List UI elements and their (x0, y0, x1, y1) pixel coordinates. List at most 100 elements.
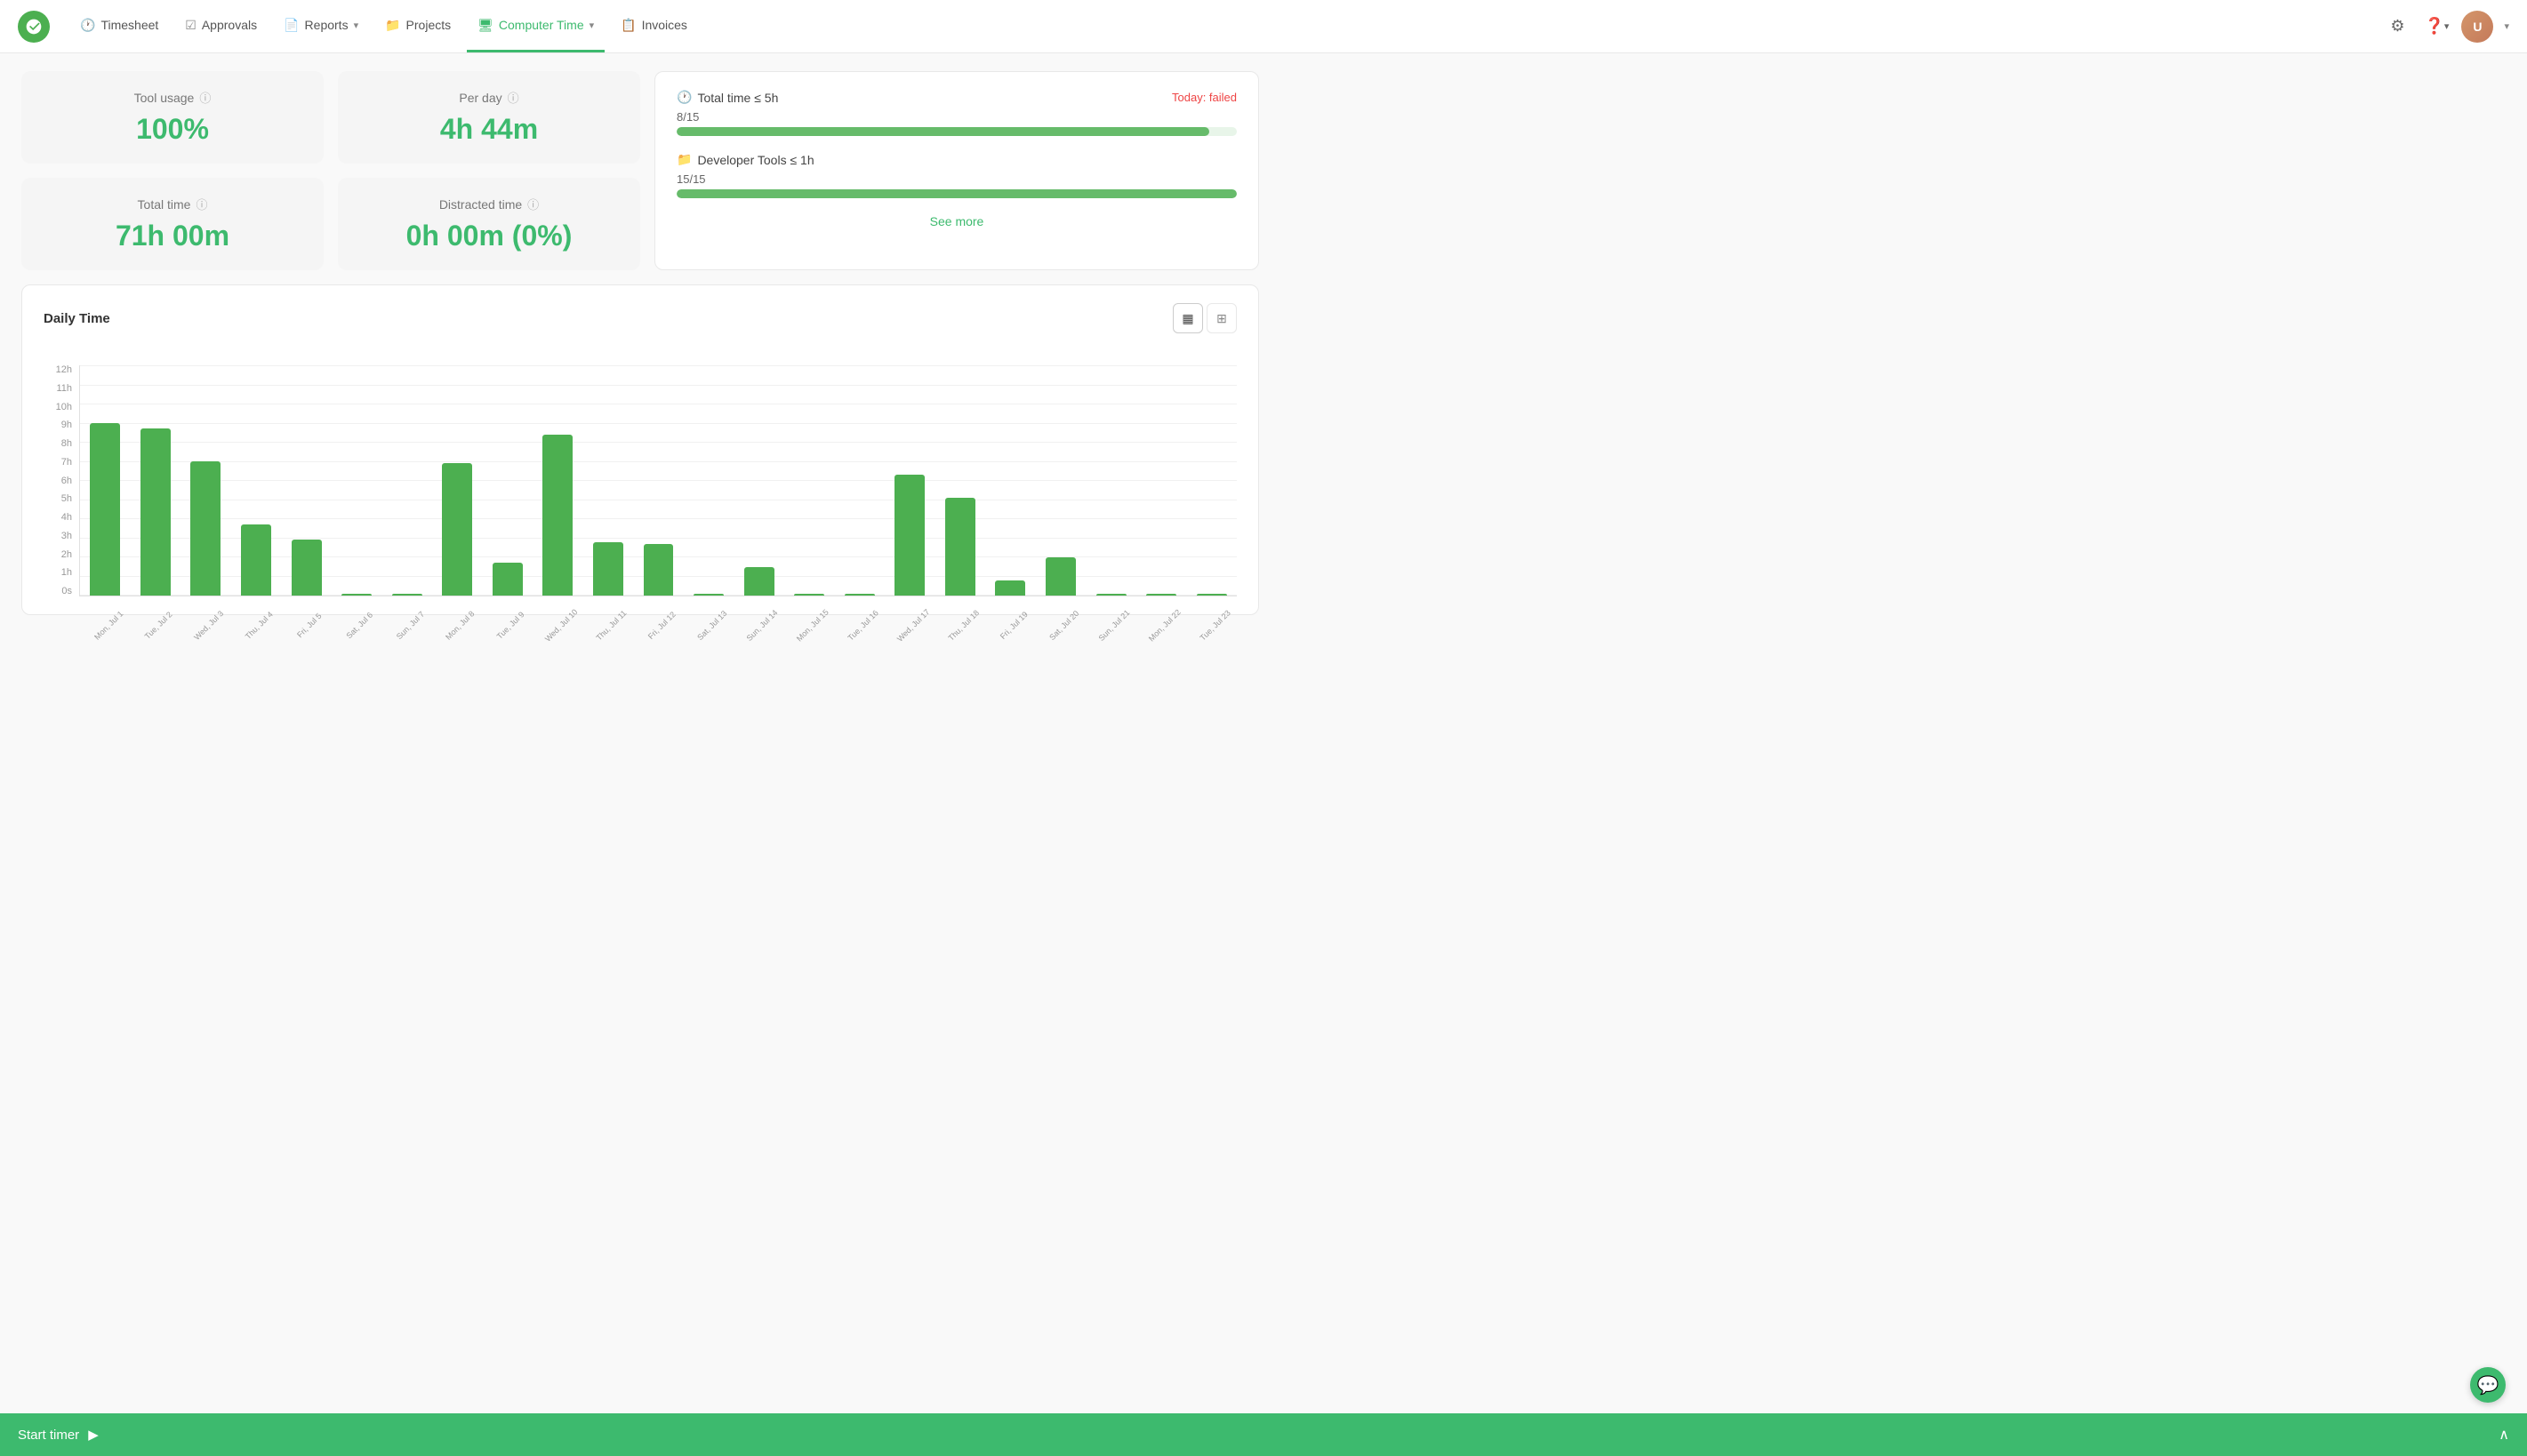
bar-group[interactable]: Sat, Jul 6 (332, 365, 382, 596)
y-axis-label: 11h (44, 384, 72, 394)
timer-bar[interactable]: Start timer ▶ ∧ (0, 1413, 2527, 1456)
invoices-icon: 📋 (621, 18, 636, 33)
bar (794, 594, 824, 596)
bar-group[interactable]: Tue, Jul 16 (834, 365, 885, 596)
bar (90, 423, 120, 596)
bar-chart: 0s1h2h3h4h5h6h7h8h9h10h11h12h Mon, Jul 1… (44, 348, 1237, 596)
chat-bubble[interactable]: 💬 (2470, 1367, 2506, 1403)
bar-group[interactable]: Wed, Jul 10 (533, 365, 583, 596)
start-timer-label: Start timer (18, 1428, 79, 1443)
bar (1197, 594, 1227, 596)
y-axis-label: 4h (44, 513, 72, 523)
bar-group[interactable]: Mon, Jul 1 (80, 365, 131, 596)
bar-group[interactable]: Thu, Jul 18 (935, 365, 986, 596)
tool-usage-info-icon[interactable]: ⓘ (199, 89, 211, 106)
per-day-info-icon[interactable]: ⓘ (508, 89, 519, 106)
goal-header-developer-tools: 📁 Developer Tools ≤ 1h (677, 152, 1237, 167)
nav-projects-label: Projects (406, 18, 452, 32)
bar-group[interactable]: Wed, Jul 17 (885, 365, 935, 596)
bar-group[interactable]: Sun, Jul 7 (381, 365, 432, 596)
goal-item-developer-tools: 📁 Developer Tools ≤ 1h 15/15 (677, 152, 1237, 198)
bar-group[interactable]: Fri, Jul 12 (633, 365, 684, 596)
per-day-card: Per day ⓘ 4h 44m (338, 71, 640, 164)
timesheet-icon: 🕐 (80, 18, 95, 33)
computer-time-icon: 🖥 (477, 18, 493, 33)
bar-label: Mon, Jul 8 (445, 609, 477, 641)
nav-computer-time[interactable]: 🖥 Computer Time ▾ (467, 0, 605, 52)
bar-label: Fri, Jul 5 (295, 612, 323, 639)
chart-grid-view-button[interactable]: ⊞ (1207, 303, 1237, 333)
bar-group[interactable]: Tue, Jul 9 (483, 365, 533, 596)
bar (341, 594, 372, 596)
bar-group[interactable]: Fri, Jul 5 (281, 365, 332, 596)
user-avatar[interactable]: U (2461, 11, 2493, 43)
bar-group[interactable]: Fri, Jul 19 (985, 365, 1036, 596)
bar (1046, 557, 1076, 596)
bar-group[interactable]: Mon, Jul 15 (784, 365, 835, 596)
bar (140, 428, 171, 596)
y-axis-label: 10h (44, 403, 72, 412)
chart-container: Daily Time ▦ ⊞ 0s1h2h3h4h5h6h7h8h9h10h11… (21, 284, 1259, 615)
nav-approvals[interactable]: ☑ Approvals (174, 0, 268, 52)
bar-group[interactable]: Sun, Jul 21 (1086, 365, 1136, 596)
bar (542, 435, 573, 596)
help-button[interactable]: ❓▾ (2422, 12, 2451, 41)
grid-chart-icon: ⊞ (1216, 311, 1227, 326)
user-dropdown-icon: ▾ (2504, 20, 2509, 32)
bar (1146, 594, 1176, 596)
nav-computer-time-label: Computer Time (499, 18, 584, 32)
distracted-time-value: 0h 00m (0%) (406, 220, 573, 252)
stats-col-middle: Per day ⓘ 4h 44m Distracted time ⓘ 0h 00… (338, 71, 640, 270)
distracted-time-info-icon[interactable]: ⓘ (527, 196, 539, 212)
bar-label: Sat, Jul 13 (695, 609, 728, 642)
bar (493, 563, 523, 596)
goal-clock-icon: 🕐 (677, 90, 692, 105)
bar-group[interactable]: Tue, Jul 23 (1186, 365, 1237, 596)
nav-invoices[interactable]: 📋 Invoices (610, 0, 698, 52)
total-time-info-icon[interactable]: ⓘ (196, 196, 207, 212)
bar-chart-icon: ▦ (1182, 311, 1193, 326)
projects-icon: 📁 (385, 18, 400, 33)
bar-group[interactable]: Mon, Jul 8 (432, 365, 483, 596)
tool-usage-value: 100% (136, 113, 209, 146)
goal-bar-developer-tools (677, 189, 1237, 198)
y-axis-label: 0s (44, 587, 72, 596)
bar-group[interactable]: Sun, Jul 14 (734, 365, 784, 596)
timer-start-area: Start timer ▶ (18, 1427, 99, 1443)
see-more-link[interactable]: See more (677, 214, 1237, 228)
settings-button[interactable]: ⚙ (2383, 12, 2411, 41)
chart-title: Daily Time (44, 311, 110, 326)
nav-reports[interactable]: 📄 Reports ▾ (273, 0, 369, 52)
nav-projects[interactable]: 📁 Projects (374, 0, 461, 52)
y-axis-label: 3h (44, 532, 72, 541)
bar-label: Mon, Jul 1 (92, 609, 124, 641)
bar-group[interactable]: Thu, Jul 4 (231, 365, 282, 596)
bar-label: Fri, Jul 12 (646, 610, 677, 641)
y-axis-label: 8h (44, 439, 72, 449)
bar-group[interactable]: Tue, Jul 2 (131, 365, 181, 596)
bar-label: Sun, Jul 7 (395, 610, 426, 641)
goal-folder-icon: 📁 (677, 152, 692, 167)
goal-count-developer-tools: 15/15 (677, 172, 706, 186)
bar-group[interactable]: Sat, Jul 20 (1036, 365, 1087, 596)
goal-count-total-time: 8/15 (677, 110, 699, 124)
bar-group[interactable]: Mon, Jul 22 (1136, 365, 1187, 596)
nav-timesheet[interactable]: 🕐 Timesheet (69, 0, 169, 52)
bar-group[interactable]: Wed, Jul 3 (180, 365, 231, 596)
app-logo[interactable] (18, 11, 50, 43)
bar (995, 580, 1025, 596)
bar-group[interactable]: Sat, Jul 13 (684, 365, 734, 596)
bar-group[interactable]: Thu, Jul 11 (583, 365, 634, 596)
tool-usage-label: Tool usage ⓘ (134, 89, 212, 106)
reports-dropdown-icon: ▾ (354, 20, 359, 31)
nav-timesheet-label: Timesheet (100, 18, 158, 32)
bar (845, 594, 875, 596)
goal-progress-row-developer-tools: 15/15 (677, 172, 1237, 186)
stats-col-left: Tool usage ⓘ 100% Total time ⓘ 71h 00m (21, 71, 324, 270)
y-axis-label: 5h (44, 494, 72, 504)
chart-bar-view-button[interactable]: ▦ (1173, 303, 1203, 333)
reports-icon: 📄 (284, 18, 299, 33)
per-day-value: 4h 44m (440, 113, 538, 146)
bar (241, 524, 271, 596)
bar (593, 542, 623, 596)
